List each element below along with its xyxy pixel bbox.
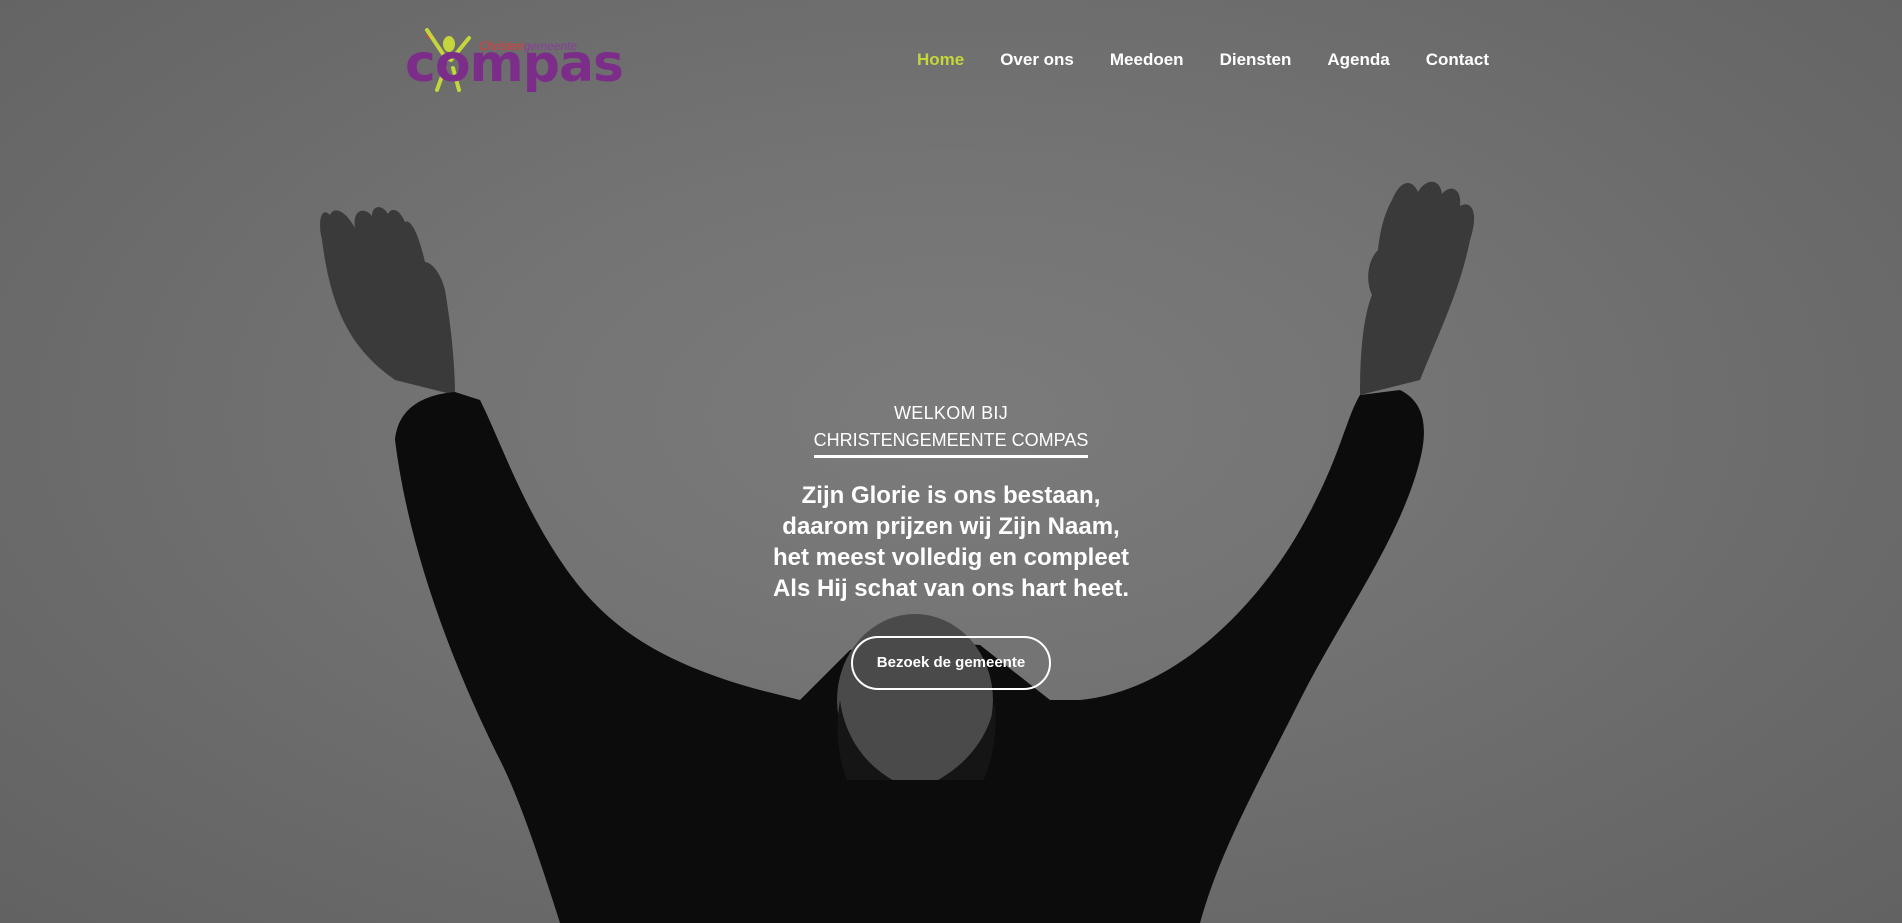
- nav-item-over-ons[interactable]: Over ons: [1000, 50, 1074, 70]
- quote-line: het meest volledig en compleet: [772, 544, 1130, 571]
- welcome-text: WELKOM BIJ: [893, 403, 1008, 423]
- visit-church-button[interactable]: Bezoek de gemeente: [850, 636, 1052, 690]
- nav-item-diensten[interactable]: Diensten: [1220, 50, 1292, 70]
- nav-item-meedoen[interactable]: Meedoen: [1110, 50, 1184, 70]
- nav-item-agenda[interactable]: Agenda: [1327, 50, 1389, 70]
- logo[interactable]: Christengemeente compas: [405, 24, 624, 96]
- hero-content: WELKOM BIJ CHRISTENGEMEENTE COMPAS Zijn …: [0, 400, 1902, 690]
- church-name: CHRISTENGEMEENTE COMPAS: [813, 427, 1089, 458]
- hero-quote: Zijn Glorie is ons bestaan, daarom prijz…: [0, 480, 1902, 604]
- logo-title: compas: [405, 34, 624, 94]
- nav-item-home[interactable]: Home: [917, 50, 964, 70]
- quote-line: Zijn Glorie is ons bestaan,: [801, 482, 1101, 509]
- quote-line: Als Hij schat van ons hart heet.: [772, 575, 1130, 602]
- quote-line: daarom prijzen wij Zijn Naam,: [782, 513, 1120, 540]
- main-nav: Home Over ons Meedoen Diensten Agenda Co…: [917, 50, 1489, 70]
- nav-item-contact[interactable]: Contact: [1426, 50, 1489, 70]
